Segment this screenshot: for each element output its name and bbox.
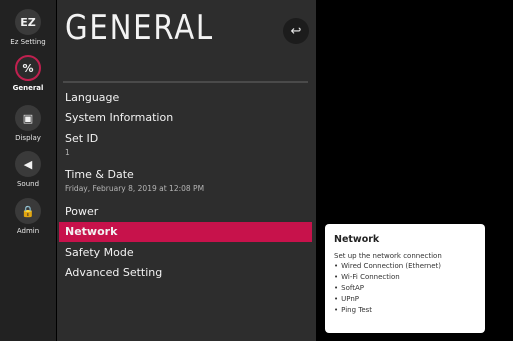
info-list-item: SoftAP	[334, 283, 476, 294]
page-title: GENERAL	[65, 8, 214, 48]
rail-item-display[interactable]: ▣ Display	[0, 105, 56, 142]
display-icon: ▣	[15, 105, 41, 131]
general-panel: GENERAL ↩ Language System Information Se…	[57, 0, 316, 341]
admin-icon: 🔒	[15, 198, 41, 224]
menu-item-network[interactable]: Network	[59, 222, 312, 242]
sound-icon: ◀	[15, 151, 41, 177]
menu-item-time-date[interactable]: Time & Date Friday, February 8, 2019 at …	[59, 168, 312, 194]
menu-item-label: Language	[65, 91, 120, 104]
menu-item-power[interactable]: Power	[59, 205, 312, 219]
rail-item-general[interactable]: % General	[0, 55, 56, 92]
general-icon: %	[15, 55, 41, 81]
menu-item-label: Time & Date	[65, 168, 134, 181]
rail-item-ez-setting[interactable]: EZ Ez Setting	[0, 9, 56, 46]
network-info-box: Network Set up the network connection Wi…	[325, 224, 485, 333]
rail-item-label: Sound	[16, 180, 40, 188]
menu-item-set-id[interactable]: Set ID 1	[59, 132, 312, 158]
info-list-item: Wired Connection (Ethernet)	[334, 261, 476, 272]
menu-item-language[interactable]: Language	[59, 91, 312, 105]
rail-item-label: Admin	[16, 227, 40, 235]
menu-item-label: Advanced Setting	[65, 266, 163, 279]
rail-item-label: Ez Setting	[10, 38, 46, 46]
menu-item-label: Power	[65, 205, 99, 218]
title-divider	[63, 81, 308, 83]
back-icon: ↩	[290, 23, 302, 39]
info-title: Network	[334, 234, 380, 245]
info-list-item: Wi-Fi Connection	[334, 272, 476, 283]
ez-setting-icon: EZ	[15, 9, 41, 35]
info-list-item: UPnP	[334, 294, 476, 305]
menu-item-label: Set ID	[65, 132, 99, 145]
rail-item-admin[interactable]: 🔒 Admin	[0, 198, 56, 235]
rail-item-label: General	[12, 84, 44, 92]
rail-item-label: Display	[15, 134, 41, 142]
menu-item-label: Safety Mode	[65, 246, 134, 259]
menu-item-system-information[interactable]: System Information	[59, 111, 312, 125]
menu-item-safety-mode[interactable]: Safety Mode	[59, 246, 312, 260]
category-rail: EZ Ez Setting % General ▣ Display ◀ Soun…	[0, 0, 56, 341]
info-description: Set up the network connection	[334, 252, 442, 260]
menu-item-value: Friday, February 8, 2019 at 12:08 PM	[65, 184, 205, 193]
menu-item-value: 1	[65, 148, 70, 157]
info-list: Wired Connection (Ethernet) Wi-Fi Connec…	[334, 261, 476, 316]
menu-item-advanced-setting[interactable]: Advanced Setting	[59, 266, 312, 280]
menu-item-label: Network	[65, 225, 118, 238]
back-button[interactable]: ↩	[283, 18, 309, 44]
menu-item-label: System Information	[65, 111, 174, 124]
rail-item-sound[interactable]: ◀ Sound	[0, 151, 56, 188]
settings-screen: EZ Ez Setting % General ▣ Display ◀ Soun…	[0, 0, 513, 341]
info-list-item: Ping Test	[334, 305, 476, 316]
